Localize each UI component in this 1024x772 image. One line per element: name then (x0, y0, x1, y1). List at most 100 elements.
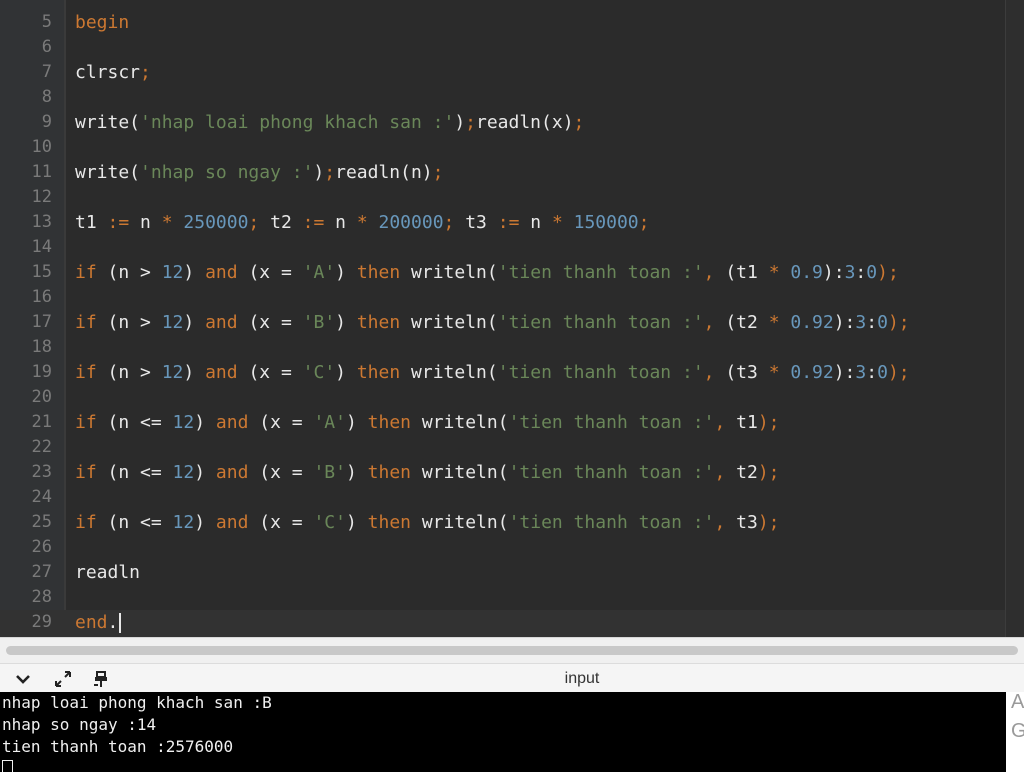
number-literal: 12 (172, 412, 195, 433)
keyword: if (75, 312, 97, 333)
keyword: then (367, 512, 412, 533)
line-number: 19 (31, 362, 52, 382)
punctuation: ; (573, 112, 585, 133)
line-number: 28 (31, 587, 52, 607)
code-line: if (n <= 12) and (x = 'A') then writeln(… (75, 410, 780, 435)
operator: * (551, 212, 563, 233)
line-number: 18 (31, 337, 52, 357)
punctuation: . (107, 612, 119, 633)
keyword: if (75, 462, 97, 483)
identifier: writeln( (411, 512, 509, 533)
line-number: 15 (31, 262, 52, 282)
console-panel-toolbar: input (0, 663, 1024, 693)
code-line: readln (75, 560, 140, 585)
string-literal: 'tien thanh toan :' (497, 262, 704, 283)
number-literal: 200000 (367, 212, 444, 233)
identifier: n (324, 212, 357, 233)
identifier: ) (194, 412, 216, 433)
identifier: ) (335, 312, 357, 333)
keyword: begin (75, 12, 130, 33)
string-literal: 'A' (313, 412, 346, 433)
identifier: writeln( (411, 462, 509, 483)
identifier: t3 (725, 512, 758, 533)
keyword: then (356, 362, 401, 383)
punctuation: ; (465, 112, 476, 133)
identifier: ) (313, 162, 325, 183)
number-literal: 3 (855, 312, 867, 333)
identifier: ) (335, 262, 357, 283)
identifier: t2 (725, 462, 758, 483)
code-line: if (n > 12) and (x = 'B') then writeln('… (75, 310, 910, 335)
keyword: then (356, 312, 401, 333)
punctuation: ); (757, 412, 780, 433)
horizontal-scrollbar[interactable] (0, 637, 1024, 664)
identifier: ) (183, 262, 206, 283)
string-literal: 'C' (313, 512, 346, 533)
line-number: 25 (31, 512, 52, 532)
text-caret (119, 613, 122, 633)
operator: := (497, 212, 520, 233)
identifier: (t3 (714, 362, 769, 383)
punctuation: ; (443, 212, 455, 233)
identifier: ) (454, 112, 466, 133)
punctuation: ); (887, 312, 910, 333)
number-literal: 0.92 (779, 362, 834, 383)
number-literal: 12 (161, 312, 184, 333)
number-literal: 250000 (172, 212, 249, 233)
identifier: t1 (75, 212, 108, 233)
punctuation: , (703, 362, 715, 383)
number-literal: 0 (877, 312, 888, 333)
keyword: and (205, 362, 238, 383)
line-number: 27 (31, 562, 52, 582)
identifier: ) (183, 362, 206, 383)
scrollbar-thumb[interactable] (6, 646, 1018, 655)
operator: * (161, 212, 173, 233)
punctuation: , (703, 262, 715, 283)
code-line: if (n > 12) and (x = 'C') then writeln('… (75, 360, 910, 385)
console-line: tien thanh toan :2576000 (2, 737, 234, 756)
console-cursor (2, 760, 13, 772)
identifier: writeln( (411, 412, 509, 433)
identifier: (x = (248, 412, 314, 433)
line-number: 23 (31, 462, 52, 482)
line-number: 6 (41, 37, 52, 57)
identifier: n (519, 212, 552, 233)
keyword: then (356, 262, 401, 283)
string-literal: 'A' (302, 262, 336, 283)
editor-scroll-strip[interactable] (1006, 0, 1024, 637)
line-number: 8 (41, 87, 52, 107)
code-line: clrscr; (75, 60, 151, 85)
string-literal: 'tien thanh toan :' (508, 512, 715, 533)
line-number: 9 (41, 112, 52, 132)
identifier: (n > (96, 362, 162, 383)
code-editor[interactable]: 4 5 6 7 8 9 10 11 12 13 14 15 16 17 18 1… (0, 0, 1024, 637)
string-literal: 'nhap so ngay :' (140, 162, 314, 183)
identifier: ): (833, 312, 856, 333)
line-number: 12 (31, 187, 52, 207)
identifier: ) (345, 512, 368, 533)
string-literal: 'tien thanh toan :' (508, 462, 715, 483)
identifier: ): (822, 262, 845, 283)
operator: * (768, 362, 780, 383)
identifier: write( (75, 112, 141, 133)
console-output[interactable]: nhap loai phong khach san :B nhap so nga… (0, 692, 1006, 772)
identifier: writeln( (400, 312, 498, 333)
punctuation: ; (432, 162, 444, 183)
line-number: 20 (31, 387, 52, 407)
number-literal: 0 (877, 362, 888, 383)
identifier: ): (833, 362, 856, 383)
line-number: 11 (31, 162, 52, 182)
operator: * (768, 262, 780, 283)
number-literal: 3 (844, 262, 856, 283)
identifier: (n > (96, 312, 162, 333)
punctuation: ; (140, 62, 151, 83)
identifier: (x = (237, 362, 303, 383)
number-literal: 12 (172, 512, 195, 533)
line-number: 29 (31, 612, 52, 632)
console-line: nhap loai phong khach san :B (2, 693, 272, 712)
identifier: t3 (454, 212, 498, 233)
identifier: ) (335, 362, 357, 383)
identifier: writeln( (400, 262, 498, 283)
identifier: clrscr (75, 62, 141, 83)
identifier: (n > (96, 262, 162, 283)
